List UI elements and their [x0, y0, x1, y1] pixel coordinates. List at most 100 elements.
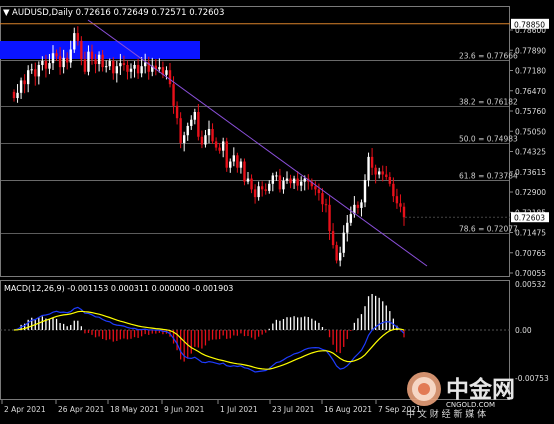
- logo-url: CNGOLD.COM: [446, 401, 495, 409]
- candle-body: [275, 175, 278, 177]
- macd-header: MACD(12,26,9) -0.001153 0.000311 0.00000…: [4, 284, 233, 293]
- candle: [243, 158, 246, 186]
- candle-body: [388, 176, 392, 184]
- candle-body: [314, 186, 317, 190]
- candle-body: [395, 196, 399, 204]
- candle-body: [367, 156, 370, 181]
- candle-body: [97, 54, 101, 65]
- candle-body: [360, 202, 363, 208]
- candle-body: [104, 66, 108, 68]
- price-tick-label: 0.70765: [515, 249, 546, 258]
- candle-body: [94, 59, 97, 65]
- time-tick-label: 2 Apr 2021: [4, 405, 46, 414]
- candle-body: [37, 64, 41, 77]
- candle-body: [73, 33, 76, 50]
- candle-body: [129, 68, 133, 72]
- candle-body: [331, 231, 335, 246]
- candle-body: [335, 245, 338, 261]
- candle-body: [232, 155, 236, 162]
- price-tick-label: 0.74325: [515, 148, 546, 157]
- cngold-watermark: 中金网 CNGOLD.COM 中 文 财 经 新 媒 体: [406, 372, 515, 419]
- candle-body: [285, 178, 289, 181]
- time-tick-label: 1 Jul 2021: [220, 405, 258, 414]
- candle-body: [179, 118, 182, 143]
- chart-window[interactable]: 23.6 = 0.77666 38.2 = 0.76182 50.0 = 0.749…: [0, 0, 554, 419]
- fib-label: 61.8 = 0.73784: [459, 172, 518, 181]
- time-tick-label: 9 Jun 2021: [164, 405, 205, 414]
- price-tick-label: 0.75050: [515, 127, 546, 136]
- candle-body: [87, 51, 90, 72]
- candle-body: [260, 186, 264, 190]
- symbol-header: AUDUSD,Daily 0.72616 0.72649 0.72571 0.7…: [12, 8, 224, 18]
- candle-body: [239, 161, 243, 168]
- candle-body: [264, 189, 267, 191]
- candle-body: [65, 57, 69, 63]
- candle-body: [268, 183, 271, 191]
- time-tick-label: 18 May 2021: [110, 405, 159, 414]
- candle-body: [133, 64, 136, 69]
- candle-body: [299, 181, 303, 186]
- candle-body: [168, 70, 172, 85]
- fib-label: 50.0 = 0.74983: [459, 134, 518, 143]
- candle-body: [229, 161, 232, 168]
- price-tick-label: 0.76470: [515, 87, 546, 96]
- candle-body: [342, 232, 345, 253]
- candle-body: [126, 64, 129, 72]
- candle-body: [197, 112, 200, 137]
- current-price-tag-label: 0.72603: [514, 214, 545, 223]
- candle-body: [140, 66, 143, 74]
- price-tick-label: 0.71475: [515, 229, 546, 238]
- candle-body: [211, 129, 214, 142]
- time-tick-label: 26 Apr 2021: [58, 405, 105, 414]
- fib-label: 38.2 = 0.76182: [459, 97, 518, 106]
- candle-body: [16, 92, 19, 99]
- candle-body: [207, 129, 211, 136]
- cngold-logo-icon: [407, 372, 441, 406]
- candle-body: [246, 178, 250, 182]
- candle-body: [19, 80, 23, 93]
- candle-body: [136, 64, 140, 74]
- candle-body: [193, 112, 197, 120]
- candle-body: [374, 167, 377, 175]
- candle-body: [392, 183, 395, 197]
- candle-body: [158, 67, 161, 70]
- collapse-icon[interactable]: ▼: [3, 8, 10, 18]
- macd-tick-label: 0.00: [515, 326, 532, 335]
- candle-body: [257, 186, 260, 198]
- candle-body: [41, 60, 44, 65]
- candle-body: [200, 136, 204, 145]
- candle-body: [69, 49, 72, 63]
- candle-body: [292, 178, 296, 184]
- candle-body: [44, 60, 48, 69]
- candle-body: [204, 135, 207, 145]
- candle-body: [225, 141, 228, 168]
- time-tick-label: 23 Jul 2021: [272, 405, 315, 414]
- candle-body: [23, 80, 26, 85]
- time-tick-label: 16 Aug 2021: [324, 405, 372, 414]
- candle-body: [321, 193, 324, 205]
- candle-body: [108, 60, 111, 67]
- price-tick-label: 0.77890: [515, 46, 546, 55]
- candle-body: [218, 147, 221, 151]
- candle-body: [58, 56, 62, 68]
- chart-canvas[interactable]: 23.6 = 0.77666 38.2 = 0.76182 50.0 = 0.749…: [0, 0, 554, 419]
- candle-body: [175, 105, 179, 119]
- candle-body: [62, 57, 65, 68]
- candle-body: [278, 175, 282, 190]
- candle-body: [214, 141, 218, 148]
- candle-body: [399, 203, 402, 207]
- candle-body: [80, 40, 83, 60]
- candle-body: [83, 59, 87, 72]
- candle-body: [122, 63, 126, 65]
- candle-body: [165, 70, 168, 75]
- candle-body: [182, 135, 186, 143]
- candle-body: [186, 125, 189, 136]
- top-price-tag-label: 0.78850: [514, 20, 545, 29]
- fib-label: 78.6 = 0.72077: [459, 224, 518, 233]
- candle-body: [370, 156, 374, 168]
- candle-body: [26, 70, 30, 85]
- candle-body: [34, 69, 37, 77]
- candle-body: [346, 222, 349, 233]
- candle-body: [381, 171, 384, 175]
- candle-body: [112, 60, 115, 74]
